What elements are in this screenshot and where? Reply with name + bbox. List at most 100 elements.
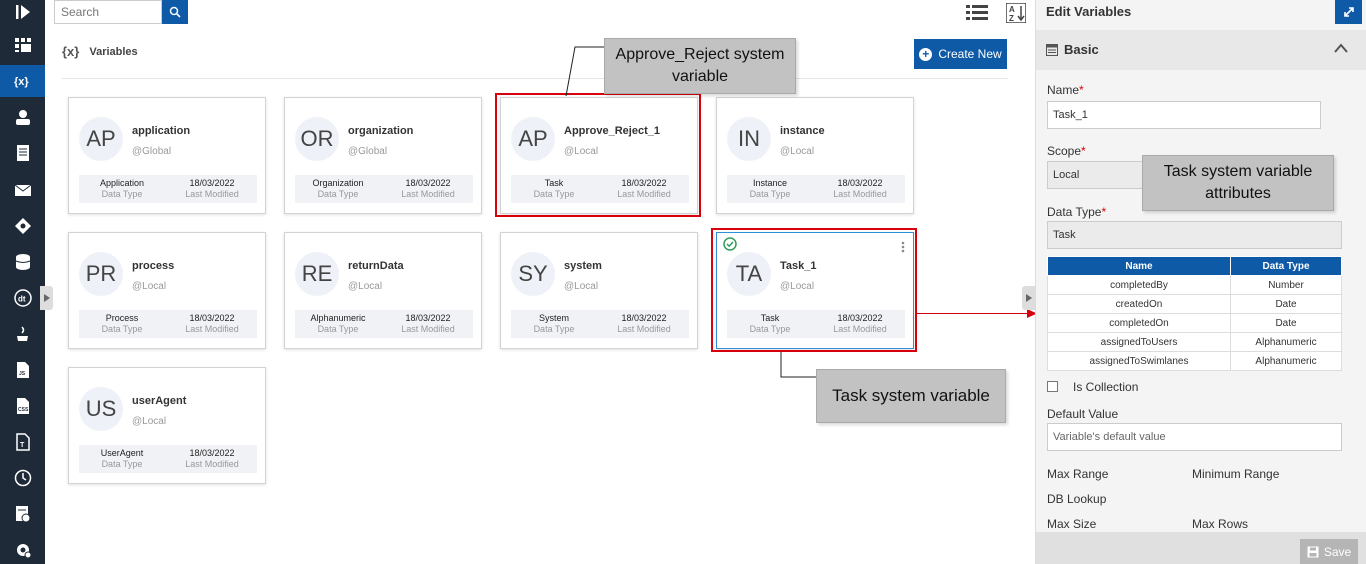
variable-name: process bbox=[132, 260, 175, 272]
sidebar-item-logo[interactable] bbox=[0, 0, 45, 24]
data-type-caption: Data Type bbox=[317, 189, 359, 199]
save-button[interactable]: Save bbox=[1300, 539, 1358, 564]
save-icon bbox=[1307, 546, 1319, 557]
default-value-field[interactable] bbox=[1047, 423, 1342, 451]
svg-text:T: T bbox=[20, 442, 25, 449]
sidebar-item-file[interactable]: JS bbox=[0, 354, 45, 386]
min-range-label: Minimum Range bbox=[1192, 467, 1280, 481]
clock-icon bbox=[14, 469, 31, 487]
data-type-value: Alphanumeric bbox=[310, 313, 366, 323]
sidebar-item-dt[interactable]: dt bbox=[0, 282, 45, 314]
sidebar-item-user[interactable] bbox=[0, 101, 45, 133]
svg-text:dt: dt bbox=[18, 295, 26, 304]
last-modified-caption: Last Modified bbox=[401, 189, 455, 199]
variables-icon: {x} bbox=[62, 44, 80, 59]
variable-name: instance bbox=[780, 125, 825, 137]
attr-col-name: Name bbox=[1047, 256, 1231, 276]
card-footer: Alphanumeric Data Type 18/03/2022 Last Modi… bbox=[295, 310, 473, 338]
search-button[interactable] bbox=[162, 0, 188, 24]
list-view-icon[interactable] bbox=[966, 3, 988, 23]
variable-card[interactable]: RE returnData @Local Alphanumeric Data Type 1… bbox=[284, 232, 482, 349]
variable-name: organization bbox=[348, 125, 414, 137]
plus-icon: + bbox=[919, 47, 933, 61]
data-type-label: Data Type* bbox=[1047, 205, 1107, 219]
data-type-value: UserAgent bbox=[100, 448, 144, 458]
template-icon: T bbox=[15, 433, 30, 451]
is-collection-label: Is Collection bbox=[1073, 380, 1139, 394]
callout-task-attributes: Task system variable attributes bbox=[1142, 155, 1334, 211]
last-modified-caption: Last Modified bbox=[185, 459, 239, 469]
variable-card[interactable]: OR organization @Global Organization Data Ty… bbox=[284, 97, 482, 214]
svg-text:Z: Z bbox=[1009, 14, 1014, 23]
is-collection-checkbox[interactable] bbox=[1047, 381, 1058, 392]
sidebar-item-dashboard[interactable] bbox=[0, 29, 45, 61]
svg-text:JS: JS bbox=[19, 371, 26, 377]
sidebar-item-template[interactable]: T bbox=[0, 426, 45, 458]
name-field[interactable] bbox=[1047, 101, 1321, 129]
attribute-type: Date bbox=[1230, 313, 1342, 333]
variable-card[interactable]: IN instance @Local Instance Data Type 18/03/2… bbox=[716, 97, 914, 214]
report-icon bbox=[15, 506, 30, 523]
scope-label: Scope* bbox=[1047, 144, 1086, 158]
attribute-row: completedBy Number bbox=[1047, 275, 1342, 295]
sort-az-icon[interactable]: AZ bbox=[1005, 3, 1027, 23]
variable-card[interactable]: PR process @Local Process Data Type 18/03/202… bbox=[68, 232, 266, 349]
expand-button[interactable] bbox=[1335, 0, 1362, 24]
avatar: IN bbox=[727, 117, 771, 161]
sidebar-item-file-code[interactable]: CSS bbox=[0, 390, 45, 422]
callout-connector-approve bbox=[565, 46, 606, 97]
basic-section-header[interactable]: Basic bbox=[1036, 30, 1366, 70]
sidebar-item-mail[interactable] bbox=[0, 174, 45, 206]
last-modified-caption: Last Modified bbox=[185, 324, 239, 334]
sidebar: {x} dt JS CSS T bbox=[0, 0, 45, 564]
sidebar-item-diamond[interactable] bbox=[0, 210, 45, 242]
sidebar-item-database[interactable] bbox=[0, 246, 45, 278]
search-icon bbox=[169, 6, 181, 18]
file-icon: JS bbox=[16, 362, 29, 378]
last-modified-value: 18/03/2022 bbox=[837, 178, 883, 188]
search-input[interactable] bbox=[54, 0, 162, 24]
variable-scope: @Global bbox=[348, 146, 388, 157]
variable-scope: @Local bbox=[132, 281, 167, 292]
sidebar-item-java[interactable] bbox=[0, 318, 45, 350]
data-type-caption: Data Type bbox=[101, 459, 143, 469]
attribute-row: createdOn Date bbox=[1047, 294, 1342, 314]
max-rows-label: Max Rows bbox=[1192, 517, 1249, 531]
card-footer: Instance Data Type 18/03/2022 Last Modified bbox=[727, 175, 905, 203]
sidebar-item-report[interactable] bbox=[0, 498, 45, 530]
card-footer: Process Data Type 18/03/2022 Last Modified bbox=[79, 310, 257, 338]
attribute-type: Alphanumeric bbox=[1230, 332, 1342, 352]
callout-approve-reject: Approve_Reject system variable bbox=[604, 38, 796, 94]
variable-scope: @Local bbox=[780, 146, 815, 157]
collapse-right-toggle[interactable] bbox=[1022, 286, 1035, 310]
user-icon bbox=[15, 110, 30, 125]
sidebar-item-clock[interactable] bbox=[0, 462, 45, 494]
attribute-type: Alphanumeric bbox=[1230, 351, 1342, 371]
chevron-up-icon[interactable] bbox=[1334, 42, 1348, 54]
highlight-approve-reject bbox=[495, 93, 701, 217]
svg-text:{x}: {x} bbox=[14, 76, 29, 88]
collapse-left-toggle[interactable] bbox=[40, 286, 53, 310]
variable-scope: @Global bbox=[132, 146, 172, 157]
dashboard-icon bbox=[14, 38, 31, 52]
document-icon bbox=[16, 145, 29, 161]
default-value-label: Default Value bbox=[1047, 407, 1119, 421]
last-modified-value: 18/03/2022 bbox=[621, 313, 667, 323]
data-type-value: Organization bbox=[312, 178, 364, 188]
sidebar-item-variables[interactable]: {x} bbox=[0, 65, 45, 97]
variable-card[interactable]: SY system @Local System Data Type 18/03/2022 L… bbox=[500, 232, 698, 349]
avatar: US bbox=[79, 387, 123, 431]
variable-card[interactable]: AP application @Global Application Data Type… bbox=[68, 97, 266, 214]
variable-card[interactable]: US userAgent @Local UserAgent Data Type 18/03… bbox=[68, 367, 266, 484]
last-modified-value: 18/03/2022 bbox=[405, 178, 451, 188]
create-new-button[interactable]: + Create New bbox=[914, 39, 1007, 69]
diamond-icon bbox=[14, 218, 31, 234]
last-modified-value: 18/03/2022 bbox=[189, 313, 235, 323]
variables-icon: {x} bbox=[14, 76, 29, 88]
sidebar-item-document[interactable] bbox=[0, 137, 45, 169]
data-type-value: Application bbox=[99, 178, 145, 188]
attribute-type: Date bbox=[1230, 294, 1342, 314]
sidebar-item-settings[interactable] bbox=[0, 534, 45, 564]
arrow-line bbox=[917, 313, 1031, 314]
data-type-caption: Data Type bbox=[533, 324, 575, 334]
